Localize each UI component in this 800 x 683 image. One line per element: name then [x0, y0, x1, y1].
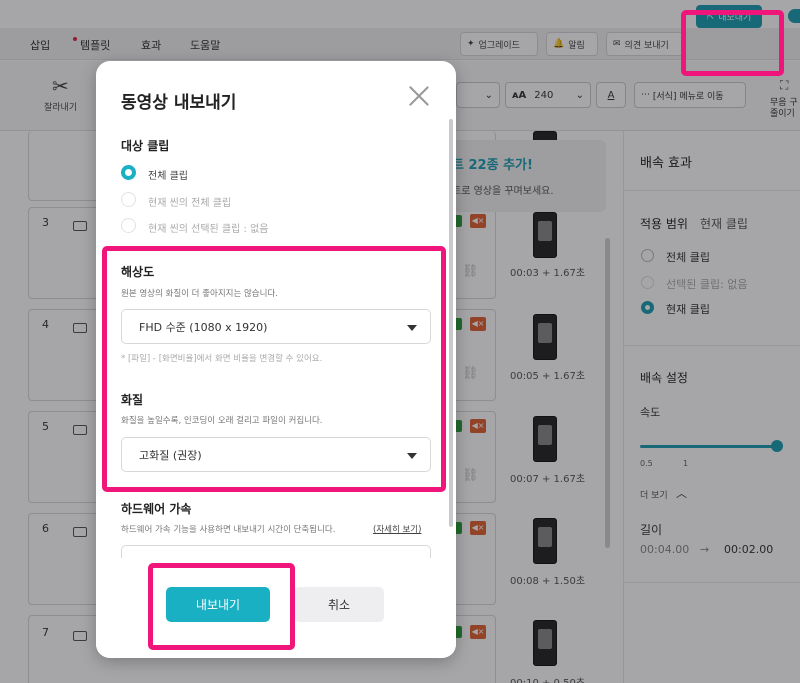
hw-accel-hint: 하드웨어 가속 기능을 사용하면 내보내기 시간이 단축됩니다.	[121, 525, 336, 535]
dialog-title: 동영상 내보내기	[121, 93, 237, 113]
radio-scene-selected-clip-label: 현재 씬의 선택된 클립 : 없음	[148, 224, 269, 235]
hw-accel-title: 하드웨어 가속	[121, 502, 192, 516]
close-icon[interactable]	[408, 85, 430, 107]
dialog-scrollbar[interactable]	[449, 119, 453, 527]
cancel-button-label: 취소	[327, 598, 351, 612]
highlight-export-button	[148, 563, 295, 650]
highlight-top-export	[681, 10, 784, 76]
radio-scene-selected-clip[interactable]	[121, 218, 136, 233]
radio-scene-all-clips[interactable]	[121, 192, 136, 207]
radio-all-clips-label: 전체 클립	[148, 171, 188, 182]
radio-all-clips[interactable]	[121, 165, 136, 180]
radio-scene-all-clips-label: 현재 씬의 전체 클립	[148, 198, 232, 209]
hw-accel-details-link[interactable]: (자세히 보기)	[373, 523, 421, 535]
target-clip-title: 대상 클립	[121, 139, 170, 153]
cancel-button[interactable]: 취소	[294, 587, 384, 622]
highlight-resolution-quality	[102, 246, 446, 492]
